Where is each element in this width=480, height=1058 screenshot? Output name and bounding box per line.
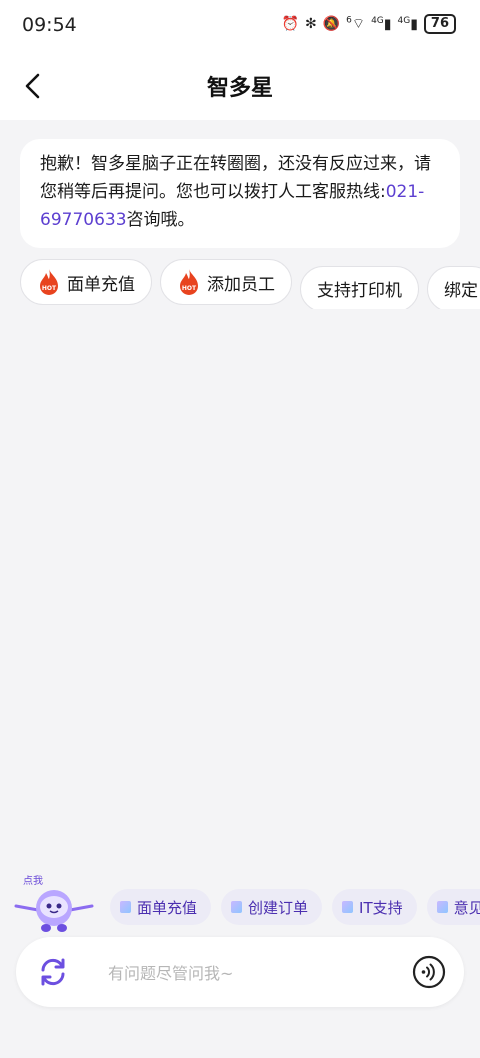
message-suffix: 咨询哦。 [126,210,195,230]
quick-create-order[interactable]: 创建订单 [221,889,323,925]
status-bar: 09:54 ⏰ ✻ 🔕 6⌔ 4G▮ 4G▮ 76 [0,0,480,52]
voice-button[interactable] [412,955,446,989]
bluetooth-icon: ✻ [304,16,317,32]
message-text: 抱歉！智多星脑子正在转圈圈，还没有反应过来，请您稍等后再提问。您也可以拨打人工客… [40,154,431,202]
ask-input[interactable] [106,957,400,989]
chip-bind[interactable]: 绑定 [427,265,480,309]
status-time: 09:54 [22,14,77,36]
robot-mascot-icon [14,890,94,932]
document-icon [436,901,448,913]
wifi-icon: 6⌔ [346,15,366,32]
status-icons: ⏰ ✻ 🔕 6⌔ 4G▮ 4G▮ 76 [282,14,456,34]
bot-message: 抱歉！智多星脑子正在转圈圈，还没有反应过来，请您稍等后再提问。您也可以拨打人工客… [20,139,460,248]
chip-label: 面单充值 [67,274,135,295]
mute-icon: 🔕 [322,16,341,32]
suggestion-chips: HOT 面单充值 HOT 添加员工 支持打印机 绑定 [20,259,480,309]
quick-actions: 面单充值创建订单IT支持意见反馈 [110,889,480,927]
input-bar [16,937,464,1007]
quick-face-sheet-recharge[interactable]: 面单充值 [110,889,212,925]
refresh-button[interactable] [36,955,70,989]
document-icon [342,901,354,913]
battery-indicator: 76 [423,14,456,34]
chip-label: 添加员工 [207,274,275,295]
chip-add-employee[interactable]: HOT 添加员工 [160,259,292,305]
svg-text:HOT: HOT [42,285,57,292]
signal-4g-icon: 4G▮ [371,15,392,33]
hot-fire-icon: HOT [180,269,198,295]
chip-label: 绑定 [444,281,478,301]
page-title: 智多星 [206,76,273,101]
signal-4g-icon-2: 4G▮ [397,15,418,33]
document-icon [120,901,131,913]
voice-icon [412,955,446,989]
mascot-button[interactable] [14,884,94,934]
refresh-icon [41,958,65,986]
quick-feedback[interactable]: 意见反馈 [426,889,480,925]
header: 智多星 [0,52,480,120]
quick-it-support[interactable]: IT支持 [332,889,417,925]
chip-label: 支持打印机 [317,281,402,301]
document-icon [231,901,243,913]
hot-fire-icon: HOT [40,269,58,295]
alarm-icon: ⏰ [281,16,299,32]
chip-face-sheet-recharge[interactable]: HOT 面单充值 [20,259,152,305]
chip-supported-printers[interactable]: 支持打印机 [300,265,419,309]
svg-text:HOT: HOT [182,285,197,292]
